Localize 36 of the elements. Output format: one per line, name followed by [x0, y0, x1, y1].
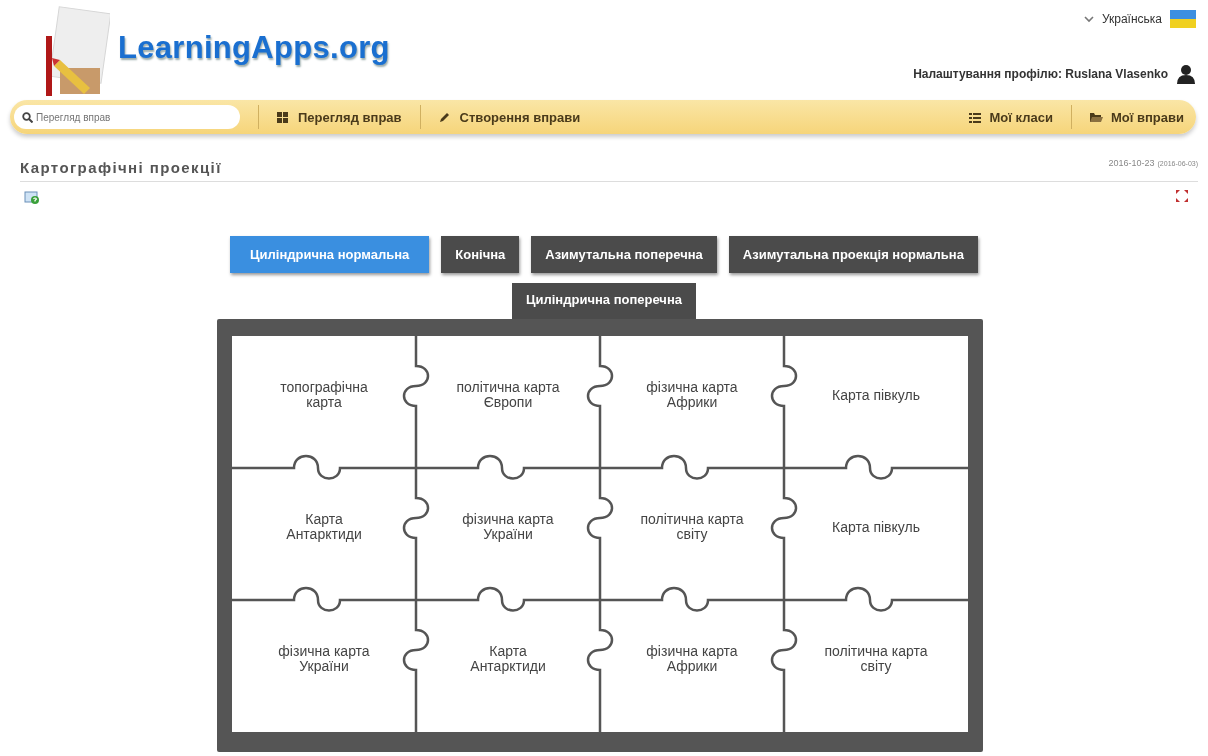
folder-icon: [1089, 111, 1103, 123]
tab[interactable]: Циліндрична поперечна: [512, 283, 696, 319]
pencil-icon: [438, 111, 452, 123]
page-title: Картографічні проекції: [20, 159, 222, 176]
date-text: 2016-10-23: [1108, 158, 1155, 168]
tab[interactable]: Азимутальна проекція нормальна: [728, 236, 978, 273]
nav-link[interactable]: Перегляд вправ: [277, 109, 402, 125]
puzzle-piece[interactable]: Карта Антарктиди: [416, 600, 600, 732]
puzzle-piece[interactable]: Карта півкуль: [784, 468, 968, 600]
puzzle-piece[interactable]: Карта півкуль: [784, 336, 968, 468]
fullscreen-icon: [1176, 190, 1188, 202]
puzzle-piece[interactable]: політична карта Європи: [416, 336, 600, 468]
search-field[interactable]: Перегляд вправ: [14, 105, 240, 129]
puzzle-piece[interactable]: фізична карта України: [416, 468, 600, 600]
tab[interactable]: Азимутальна поперечна: [531, 236, 717, 273]
puzzle-piece[interactable]: фізична карта Африки: [600, 336, 784, 468]
nav-link[interactable]: Мої класи: [968, 109, 1053, 125]
puzzle-piece[interactable]: політична карта світу: [600, 468, 784, 600]
logo-text[interactable]: LearningApps.org: [118, 30, 390, 66]
flag-icon: [1170, 10, 1196, 28]
grid-icon: [277, 111, 290, 123]
search-icon: [22, 112, 33, 123]
help-icon: [24, 190, 40, 206]
list-icon: [968, 111, 982, 123]
user-icon: [1176, 64, 1196, 84]
puzzle-piece[interactable]: фізична карта Африки: [600, 600, 784, 732]
tab[interactable]: Конічна: [441, 236, 520, 273]
chevron-icon: [1083, 15, 1094, 23]
nav-link[interactable]: Створення вправи: [438, 109, 581, 125]
nav-link[interactable]: Мої вправи: [1089, 109, 1184, 125]
puzzle-piece[interactable]: Карта Антарктиди: [232, 468, 416, 600]
profile-link[interactable]: Налаштування профілю: Ruslana Vlasenko: [913, 67, 1168, 81]
puzzle-piece[interactable]: топографічна карта: [232, 336, 416, 468]
puzzle-piece[interactable]: політична карта світу: [784, 600, 968, 732]
puzzle-piece[interactable]: фізична карта України: [232, 600, 416, 732]
language-selector[interactable]: Українська: [1083, 10, 1196, 28]
